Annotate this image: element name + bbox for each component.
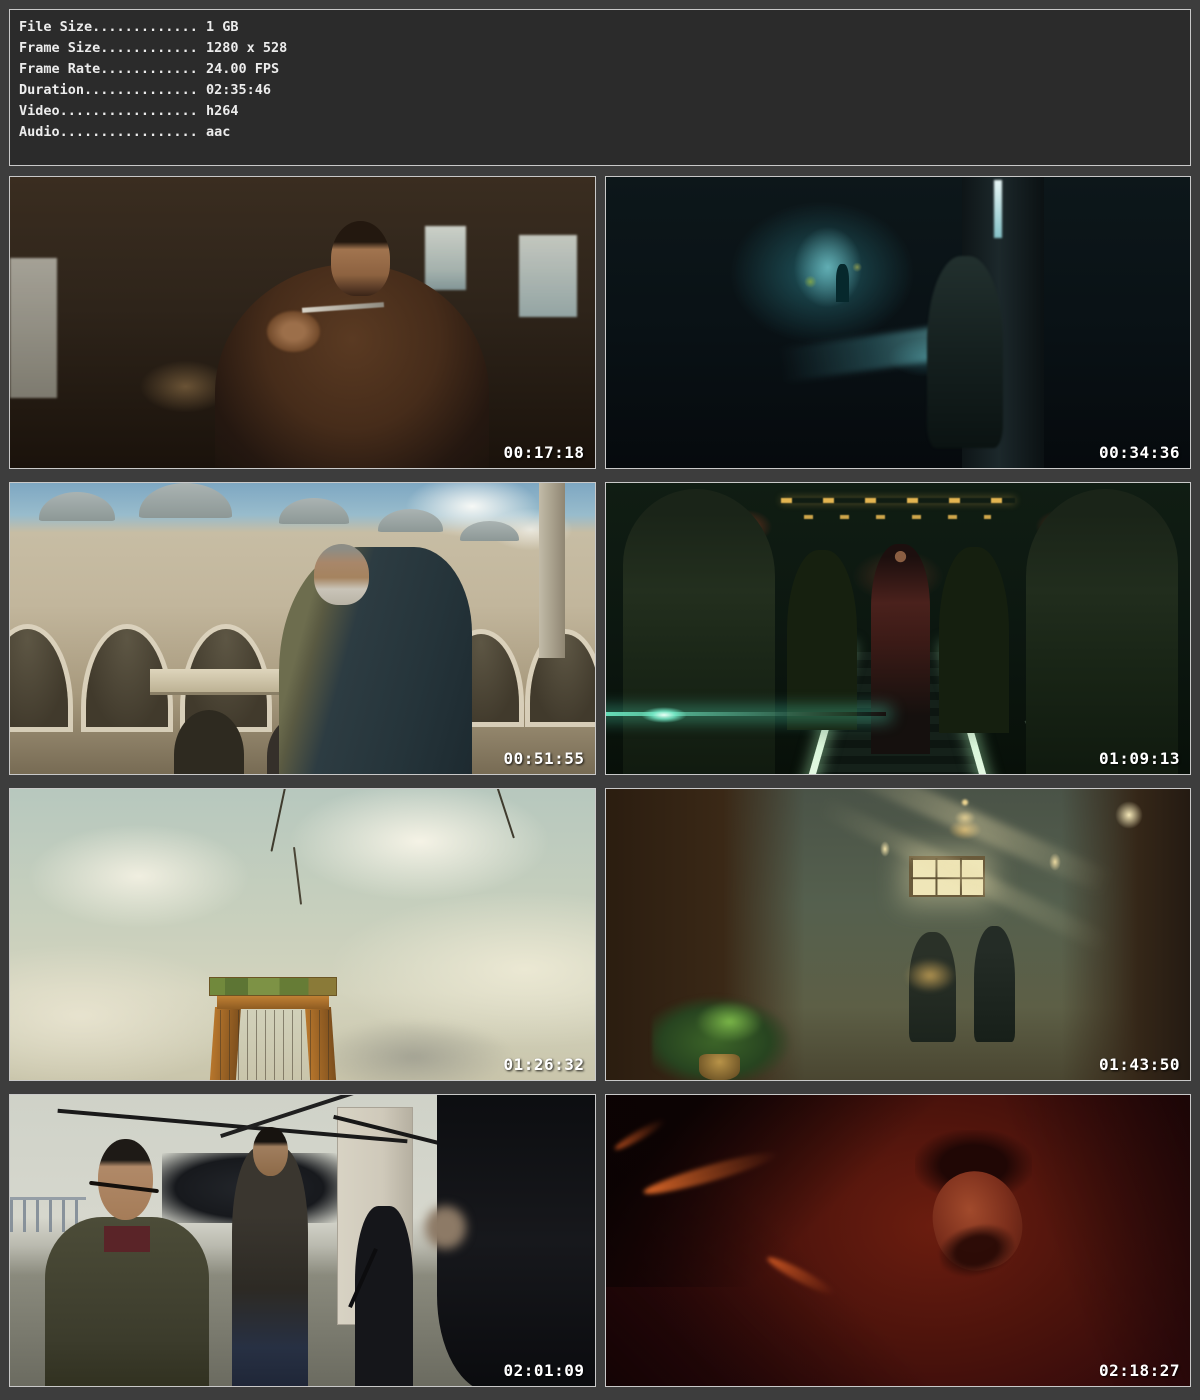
soldier-silhouette	[787, 550, 857, 730]
ceiling-lights-row	[804, 515, 991, 519]
dot-leader: .................	[60, 124, 198, 140]
media-info-line-file-size: File Size............. 1 GB	[19, 17, 1180, 38]
media-info-label: Video	[19, 103, 60, 119]
man-face-shape	[253, 1127, 288, 1176]
wall-sconce-glow	[880, 841, 890, 857]
media-info-value: aac	[206, 124, 230, 140]
central-man-silhouette	[871, 544, 929, 754]
screenshot-thumbnail-6: 01:43:50	[605, 788, 1192, 1081]
white-cabinet-shape	[10, 258, 57, 398]
media-info-value: h264	[206, 103, 239, 119]
soldier-silhouette	[939, 547, 1009, 733]
mosque-dome-shape	[39, 492, 115, 521]
media-info-panel: File Size............. 1 GB Frame Size...…	[9, 9, 1191, 166]
soldier-silhouette	[1026, 489, 1178, 775]
media-info-label: Frame Rate	[19, 61, 100, 77]
arcade-arch-shape	[9, 629, 68, 728]
standing-figure-silhouette	[836, 264, 849, 302]
timestamp-overlay: 00:51:55	[503, 749, 584, 768]
media-info-label: Frame Size	[19, 40, 100, 56]
shirt-collar-shape	[104, 1226, 151, 1252]
media-info-label: Audio	[19, 124, 60, 140]
timestamp-overlay: 01:26:32	[503, 1055, 584, 1074]
media-info-line-audio: Audio................. aac	[19, 122, 1180, 143]
timestamp-overlay: 02:01:09	[503, 1361, 584, 1380]
gold-cart-glow	[904, 958, 957, 993]
man-jacket-silhouette	[279, 547, 472, 774]
kneeling-man-silhouette	[927, 256, 1003, 448]
screenshot-thumbnail-5: 01:26:32	[9, 788, 596, 1081]
timestamp-overlay: 02:18:27	[1099, 1361, 1180, 1380]
media-info-value: 02:35:46	[206, 82, 271, 98]
walking-figure-silhouette	[974, 926, 1015, 1042]
green-lens-flare-core	[641, 707, 687, 723]
media-info-line-duration: Duration.............. 02:35:46	[19, 80, 1180, 101]
screenshot-grid: 00:17:18 00:34:36 00:51:55	[9, 176, 1191, 1387]
media-info-value: 1280 x 528	[206, 40, 287, 56]
bridge-crossbeam-shape	[217, 996, 328, 1009]
timestamp-overlay: 01:43:50	[1099, 1055, 1180, 1074]
screenshot-thumbnail-7: 02:01:09	[9, 1094, 596, 1387]
wall-sconce-glow	[1115, 801, 1143, 829]
screenshot-thumbnail-8: 02:18:27	[605, 1094, 1192, 1387]
bridge-cables-shape	[220, 1010, 328, 1080]
masked-soldier-silhouette	[355, 1206, 413, 1387]
timestamp-overlay: 01:09:13	[1099, 749, 1180, 768]
hanging-wire-shape	[293, 847, 302, 905]
window-light-shape	[425, 226, 466, 290]
media-info-line-frame-rate: Frame Rate............ 24.00 FPS	[19, 59, 1180, 80]
dot-leader: .................	[60, 103, 198, 119]
light-strip-shape	[994, 180, 1002, 238]
timestamp-overlay: 00:17:18	[503, 443, 584, 462]
minaret-shape	[539, 483, 565, 658]
wall-sconce-glow	[1049, 853, 1061, 871]
screenshot-thumbnail-4: 01:09:13	[605, 482, 1192, 775]
mosque-dome-shape	[378, 509, 442, 532]
soldier-silhouette	[623, 489, 775, 775]
dot-leader: .............	[92, 19, 198, 35]
mosque-dome-shape	[139, 483, 233, 518]
plant-pot-shape	[699, 1054, 740, 1080]
hand-highlight-shape	[425, 1206, 466, 1250]
media-info-label: File Size	[19, 19, 92, 35]
timestamp-overlay: 00:34:36	[1099, 443, 1180, 462]
media-info-line-video: Video................. h264	[19, 101, 1180, 122]
standing-man-silhouette	[232, 1147, 308, 1387]
ceiling-lights-row	[781, 498, 1015, 503]
mosque-dome-shape	[460, 521, 518, 541]
smoke-cloud-shape	[314, 1019, 513, 1081]
fist-shape	[267, 311, 320, 352]
media-info-sheet: { "colors": { "page_bg": "#3d3d3d", "pan…	[0, 0, 1200, 1400]
dot-leader: ............	[100, 61, 198, 77]
man-face-shape	[331, 221, 389, 297]
hanging-wire-shape	[270, 788, 286, 852]
media-info-line-frame-size: Frame Size............ 1280 x 528	[19, 38, 1180, 59]
screenshot-thumbnail-2: 00:34:36	[605, 176, 1192, 469]
dot-leader: ............	[100, 40, 198, 56]
bridge-mossy-top-shape	[209, 977, 338, 996]
window-light-shape	[519, 235, 577, 316]
gagged-man-face-shape	[98, 1139, 154, 1220]
hanging-wire-shape	[495, 788, 515, 839]
mosque-dome-shape	[279, 498, 349, 524]
light-beam-shape	[779, 326, 946, 382]
dot-leader: ..............	[84, 82, 198, 98]
screenshot-thumbnail-1: 00:17:18	[9, 176, 596, 469]
media-info-label: Duration	[19, 82, 84, 98]
screenshot-thumbnail-3: 00:51:55	[9, 482, 596, 775]
media-info-value: 24.00 FPS	[206, 61, 279, 77]
man-face-shape	[314, 544, 370, 605]
media-info-value: 1 GB	[206, 19, 239, 35]
